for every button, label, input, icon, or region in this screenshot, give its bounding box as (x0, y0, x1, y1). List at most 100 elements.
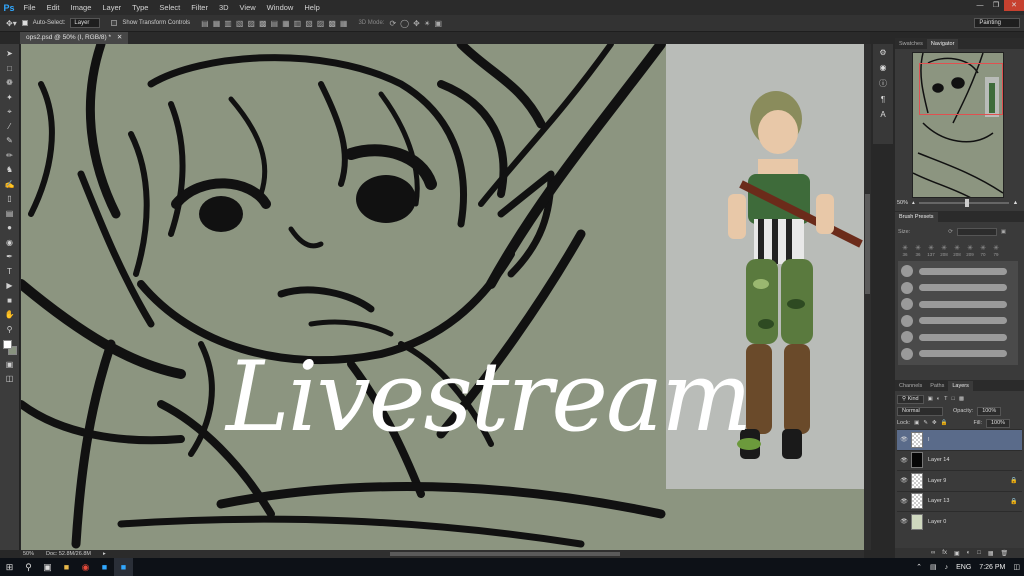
restore-icon[interactable]: ❐ (988, 0, 1004, 11)
tray-up-arrow-icon[interactable]: ⌃ (916, 563, 922, 571)
hand-tool-icon[interactable]: ✋ (3, 309, 17, 321)
layer-style-icon[interactable]: fx (942, 550, 947, 556)
path-selection-icon[interactable]: ▶ (3, 280, 17, 292)
distribute-middle-icon[interactable]: ▦ (282, 19, 290, 28)
blur-tool-icon[interactable]: ● (3, 222, 17, 234)
menu-filter[interactable]: Filter (186, 0, 214, 15)
brush-preset[interactable] (898, 296, 1018, 313)
brush-options-icon[interactable]: ▣ (1001, 229, 1006, 235)
document-canvas[interactable]: Livestream (21, 44, 864, 550)
tab-navigator[interactable]: Navigator (926, 39, 959, 49)
brush-tip[interactable]: ✳ 36 (900, 245, 910, 257)
zoom-out-icon[interactable]: ▴ (912, 200, 915, 206)
blend-mode-dropdown[interactable]: Normal (897, 406, 943, 416)
info-icon[interactable]: ⓘ (879, 78, 887, 89)
network-icon[interactable]: ▤ (930, 563, 937, 571)
rectangle-tool-icon[interactable]: ■ (3, 295, 17, 307)
3d-scale-icon[interactable]: ▣ (435, 19, 443, 28)
delete-layer-icon[interactable]: 🗑 (1001, 550, 1009, 557)
horizontal-scrollbar[interactable] (160, 550, 864, 558)
adjustment-layer-icon[interactable]: ◐ (967, 550, 971, 556)
actions-icon[interactable]: ◉ (880, 63, 887, 72)
layer-row[interactable]: 👁 I (897, 429, 1022, 450)
filter-smart-object-icon[interactable]: ▩ (959, 396, 964, 402)
layer-row[interactable]: 👁 Layer 0 (897, 511, 1022, 532)
color-swatches[interactable] (2, 340, 17, 356)
distribute-left-icon[interactable]: ▧ (305, 19, 313, 28)
zoom-level[interactable]: 50% (23, 550, 34, 558)
filter-adjustment-icon[interactable]: ◐ (937, 396, 940, 402)
lock-all-icon[interactable]: 🔒 (941, 420, 948, 426)
file-explorer-icon[interactable]: ■ (57, 558, 76, 576)
eyedropper-icon[interactable]: ⁄ (3, 121, 17, 133)
3d-rotate-icon[interactable]: ⟳ (389, 19, 396, 28)
quick-mask-icon[interactable]: ▣ (3, 359, 17, 371)
filter-shape-icon[interactable]: □ (951, 396, 954, 402)
type-tool-icon[interactable]: T (3, 266, 17, 278)
auto-select-dropdown[interactable]: Layer (70, 18, 101, 28)
brush-tip[interactable]: ✳ 137 (926, 245, 936, 257)
visibility-eye-icon[interactable]: 👁 (897, 477, 911, 484)
tab-channels[interactable]: Channels (895, 381, 926, 391)
healing-brush-icon[interactable]: ✎ (3, 135, 17, 147)
move-tool-icon[interactable]: ➤ (3, 48, 17, 60)
brush-tip[interactable]: ✳ 208 (939, 245, 949, 257)
language-indicator[interactable]: ENG (956, 564, 971, 571)
opacity-input[interactable]: 100% (977, 406, 1002, 416)
character-icon[interactable]: A (880, 110, 885, 119)
align-top-icon[interactable]: ▤ (201, 19, 209, 28)
layer-row[interactable]: 👁 Layer 14 (897, 449, 1022, 471)
tab-paths[interactable]: Paths (926, 381, 948, 391)
menu-select[interactable]: Select (154, 0, 186, 15)
brush-tip[interactable]: ✳ 208 (952, 245, 962, 257)
align-left-icon[interactable]: ▧ (236, 19, 244, 28)
menu-3d[interactable]: 3D (213, 0, 234, 15)
new-layer-icon[interactable]: ▦ (988, 550, 994, 557)
photoshop-task-icon[interactable]: ■ (95, 558, 114, 576)
history-icon[interactable]: ⚙ (879, 48, 886, 57)
eraser-tool-icon[interactable]: ▯ (3, 193, 17, 205)
add-mask-icon[interactable]: ▣ (954, 550, 960, 557)
visibility-eye-icon[interactable]: 👁 (897, 457, 911, 464)
clone-stamp-icon[interactable]: ♞ (3, 164, 17, 176)
pen-tool-icon[interactable]: ✒ (3, 251, 17, 263)
menu-image[interactable]: Image (65, 0, 97, 15)
volume-icon[interactable]: ♪ (945, 564, 949, 571)
photoshop-active-task-icon[interactable]: ■ (114, 558, 133, 576)
brush-preset[interactable] (898, 346, 1018, 363)
distribute-center-icon[interactable]: ▨ (317, 19, 325, 28)
distribute-bottom-icon[interactable]: ▥ (294, 19, 302, 28)
brush-preset[interactable] (898, 263, 1018, 280)
align-center-icon[interactable]: ▨ (247, 19, 255, 28)
minimize-icon[interactable]: — (972, 0, 988, 11)
layer-row[interactable]: 👁 Layer 9 🔒 (897, 470, 1022, 491)
menu-file[interactable]: File (18, 0, 41, 15)
menu-edit[interactable]: Edit (41, 0, 65, 15)
navigator-zoom-value[interactable]: 50% (897, 200, 908, 206)
tab-close-icon[interactable]: ✕ (117, 34, 122, 41)
fill-input[interactable]: 100% (986, 418, 1011, 428)
auto-align-icon[interactable]: ▦ (340, 19, 348, 28)
menu-type[interactable]: Type (127, 0, 154, 15)
document-tab[interactable]: ops2.psd @ 50% (I, RGB/8) * ✕ (20, 32, 129, 44)
status-arrow-icon[interactable]: ▸ (103, 550, 106, 558)
brush-tip[interactable]: ✳ 209 (965, 245, 975, 257)
link-layers-icon[interactable]: ∞ (931, 550, 935, 556)
brush-tool-icon[interactable]: ✏ (3, 150, 17, 162)
distribute-top-icon[interactable]: ▤ (271, 19, 279, 28)
foreground-color[interactable] (2, 340, 12, 349)
align-bottom-icon[interactable]: ▥ (224, 19, 232, 28)
chrome-icon[interactable]: ◉ (76, 558, 95, 576)
brush-tip[interactable]: ✳ 70 (978, 245, 988, 257)
layer-row[interactable]: 👁 Layer 13 🔒 (897, 490, 1022, 512)
task-view-icon[interactable]: ▣ (38, 558, 57, 576)
visibility-eye-icon[interactable]: 👁 (897, 436, 911, 443)
lock-pixels-icon[interactable]: ✎ (923, 420, 928, 426)
reset-size-icon[interactable]: ⟳ (948, 229, 953, 235)
history-brush-icon[interactable]: ✍ (3, 179, 17, 191)
clock[interactable]: 7:26 PM (979, 564, 1005, 571)
brush-tip[interactable]: ✳ 79 (991, 245, 1001, 257)
screen-mode-icon[interactable]: ◫ (3, 373, 17, 385)
new-group-icon[interactable]: □ (977, 550, 981, 556)
search-icon[interactable]: ⚲ (19, 558, 38, 576)
